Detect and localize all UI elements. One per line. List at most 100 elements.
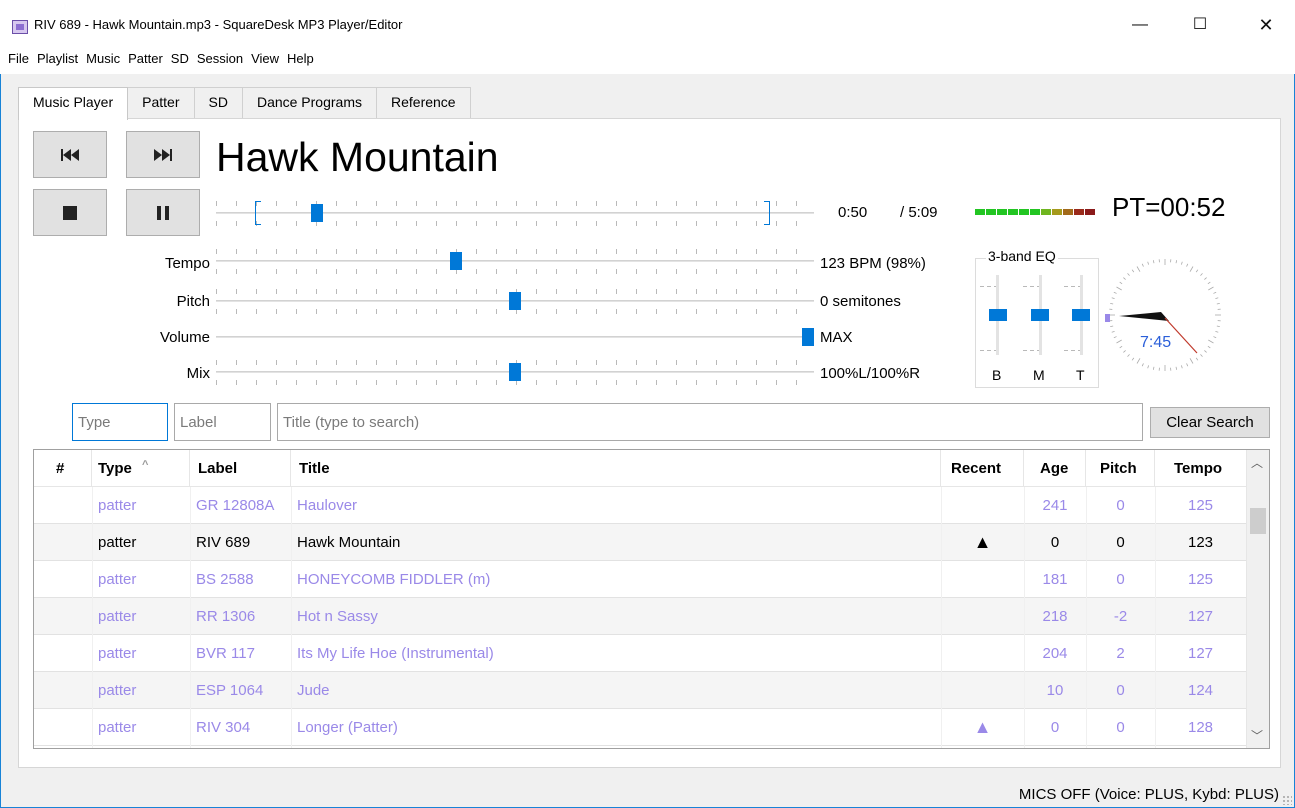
column-header-recent[interactable]: Recent (941, 450, 1024, 487)
volume-slider[interactable] (216, 323, 814, 351)
next-button[interactable] (126, 131, 200, 178)
type-filter-input[interactable] (72, 403, 168, 441)
clock-tick (1208, 286, 1214, 291)
clear-search-button[interactable]: Clear Search (1150, 407, 1270, 438)
column-divider (1024, 487, 1025, 748)
pitch-handle[interactable] (509, 292, 521, 310)
table-row[interactable]: patter BVR 117 Its My Life Hoe (Instrume… (34, 635, 1246, 672)
cell-number (34, 487, 92, 524)
seek-slider[interactable] (216, 199, 814, 227)
table-row[interactable]: patter BS 2588 HONEYCOMB FIDDLER (m) 181… (34, 561, 1246, 598)
clock-tick (1147, 365, 1150, 369)
clock-tick (1180, 261, 1183, 265)
loop-start-marker[interactable] (255, 201, 261, 225)
label-filter-input[interactable] (174, 403, 271, 441)
cell-title: Its My Life Hoe (Instrumental) (297, 645, 494, 662)
previous-button[interactable] (33, 131, 107, 178)
table-row-current[interactable]: patter RIV 689 Hawk Mountain ▲ 0 0 123 (34, 524, 1246, 561)
tab-patter[interactable]: Patter (127, 87, 195, 119)
column-divider (92, 487, 93, 748)
minimize-button[interactable]: — (1117, 10, 1163, 40)
eq-treble-handle[interactable] (1072, 309, 1090, 321)
tab-reference[interactable]: Reference (376, 87, 471, 119)
pause-button[interactable] (126, 189, 200, 236)
menu-sd[interactable]: SD (167, 48, 193, 74)
clock-hour-hand (1119, 312, 1169, 321)
clock-tick (1123, 277, 1126, 280)
table-row[interactable]: patter RIV 304 Longer (Patter) ▲ 0 0 128 (34, 709, 1246, 746)
tab-music-player[interactable]: Music Player (18, 87, 129, 120)
clock-tick (1111, 330, 1115, 333)
clock-tick (1189, 358, 1194, 364)
analog-clock (1105, 259, 1221, 371)
column-header-tempo[interactable]: Tempo (1155, 450, 1246, 487)
clock-tick (1207, 281, 1211, 285)
tab-bar: Music Player Patter SD Dance Programs Re… (18, 87, 471, 120)
cell-title: Longer (Patter) (297, 719, 398, 736)
cell-type: patter (98, 608, 137, 625)
loop-end-marker[interactable] (764, 201, 770, 225)
menu-music[interactable]: Music (82, 48, 124, 74)
volume-label: Volume (159, 329, 210, 346)
pitch-label: Pitch (176, 293, 210, 310)
clock-tick (1213, 291, 1217, 294)
volume-value: MAX (820, 329, 853, 346)
eq-mid-handle[interactable] (1031, 309, 1049, 321)
title-search-input[interactable] (277, 403, 1143, 441)
stop-button[interactable] (33, 189, 107, 236)
mix-handle[interactable] (509, 363, 521, 381)
pitch-slider[interactable] (216, 287, 814, 315)
eq-mid-label: M (1033, 367, 1045, 383)
maximize-button[interactable]: ☐ (1177, 10, 1223, 40)
seek-ticks-top (216, 201, 814, 206)
cell-age: 218 (1042, 608, 1068, 625)
volume-handle[interactable] (802, 328, 814, 346)
vu-meter (975, 209, 1095, 215)
column-header-age[interactable]: Age (1024, 450, 1086, 487)
tempo-handle[interactable] (450, 252, 462, 270)
seek-handle[interactable] (311, 204, 323, 222)
table-row[interactable]: patter RR 1306 Hot n Sassy 218 -2 127 (34, 598, 1246, 635)
app-icon (12, 20, 28, 34)
menu-patter[interactable]: Patter (124, 48, 167, 74)
column-header-pitch[interactable]: Pitch (1086, 450, 1155, 487)
clock-tick (1127, 354, 1130, 357)
menu-file[interactable]: File (4, 48, 33, 74)
eq-bass-handle[interactable] (989, 309, 1007, 321)
column-header-label[interactable]: Label (190, 450, 291, 487)
vu-segment (1074, 209, 1084, 215)
song-title: Hawk Mountain (216, 134, 499, 180)
scroll-up-icon[interactable]: ︿ (1251, 454, 1263, 471)
menu-session[interactable]: Session (193, 48, 247, 74)
cell-label: RR 1306 (196, 608, 256, 625)
vu-segment (986, 209, 996, 215)
tab-sd[interactable]: SD (193, 87, 243, 119)
cell-age: 10 (1046, 682, 1064, 699)
table-row[interactable]: patter ESP 1064 Jude 10 0 124 (34, 672, 1246, 709)
clock-tick (1136, 266, 1141, 272)
cell-recent (941, 635, 1024, 672)
table-scrollbar[interactable]: ︿ ﹀ (1246, 450, 1269, 748)
pause-icon (157, 205, 169, 220)
menu-help[interactable]: Help (283, 48, 318, 74)
tempo-value: 123 BPM (98%) (820, 255, 926, 272)
column-header-type[interactable]: Type ^ (92, 450, 190, 487)
resize-grip-icon[interactable] (1282, 795, 1292, 805)
menu-view[interactable]: View (247, 48, 283, 74)
tab-dance-programs[interactable]: Dance Programs (241, 87, 377, 119)
column-header-title[interactable]: Title (291, 450, 941, 487)
scroll-down-icon[interactable]: ﹀ (1251, 727, 1263, 744)
table-row[interactable]: patter GR 12808A Haulover 241 0 125 (34, 487, 1246, 524)
seek-ticks-bottom (216, 221, 814, 226)
clock-tick (1213, 336, 1217, 339)
close-button[interactable]: ✕ (1243, 10, 1289, 40)
menu-playlist[interactable]: Playlist (33, 48, 82, 74)
tempo-slider[interactable] (216, 247, 814, 275)
tempo-groove (216, 260, 814, 262)
scroll-thumb[interactable] (1250, 508, 1266, 534)
pitch-value: 0 semitones (820, 293, 901, 310)
cell-label: RIV 304 (196, 719, 251, 736)
column-divider (1155, 487, 1156, 748)
mix-slider[interactable] (216, 358, 814, 386)
column-header-number[interactable]: # (34, 450, 92, 487)
